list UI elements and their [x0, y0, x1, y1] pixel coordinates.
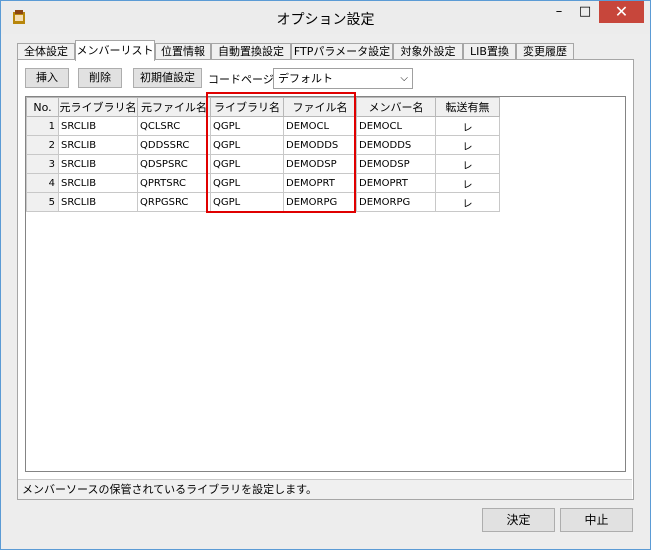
- cell-src-library[interactable]: SRCLIB: [58, 154, 138, 174]
- table-row[interactable]: 2 SRCLIB QDDSSRC QGPL DEMODDS DEMODDS レ: [26, 135, 500, 155]
- cell-member[interactable]: DEMORPG: [356, 192, 436, 212]
- codepage-label: コードページ: [208, 73, 274, 86]
- codepage-select[interactable]: デフォルト ⌵: [273, 68, 413, 89]
- col-header-file[interactable]: ファイル名: [283, 97, 357, 117]
- cell-member[interactable]: DEMODDS: [356, 135, 436, 155]
- cell-file[interactable]: DEMODSP: [283, 154, 357, 174]
- cell-transfer-check[interactable]: レ: [435, 173, 500, 193]
- header-row: No. 元ライブラリ名 元ファイル名 ライブラリ名 ファイル名 メンバー名 転送…: [26, 97, 500, 117]
- chevron-down-icon: ⌵: [400, 73, 408, 84]
- delete-button[interactable]: 削除: [78, 68, 122, 88]
- status-bar: メンバーソースの保管されているライブラリを設定します。: [18, 479, 632, 499]
- cell-transfer-check[interactable]: レ: [435, 116, 500, 136]
- cell-src-library[interactable]: SRCLIB: [58, 135, 138, 155]
- cell-library[interactable]: QGPL: [210, 116, 284, 136]
- cell-member[interactable]: DEMOPRT: [356, 173, 436, 193]
- col-header-no[interactable]: No.: [26, 97, 59, 117]
- insert-button[interactable]: 挿入: [25, 68, 69, 88]
- cell-transfer-check[interactable]: レ: [435, 154, 500, 174]
- tab-lib-replace[interactable]: LIB置換: [463, 43, 516, 59]
- tab-position-info[interactable]: 位置情報: [155, 43, 211, 59]
- cell-src-file[interactable]: QCLSRC: [137, 116, 211, 136]
- cell-src-library[interactable]: SRCLIB: [58, 192, 138, 212]
- cell-src-library[interactable]: SRCLIB: [58, 116, 138, 136]
- tab-change-history[interactable]: 変更履歴: [516, 43, 574, 59]
- cell-library[interactable]: QGPL: [210, 154, 284, 174]
- maximize-button[interactable]: □: [572, 1, 598, 23]
- cell-library[interactable]: QGPL: [210, 173, 284, 193]
- tab-member-list[interactable]: メンバーリスト: [75, 40, 155, 61]
- cell-file[interactable]: DEMORPG: [283, 192, 357, 212]
- col-header-src-library[interactable]: 元ライブラリ名: [58, 97, 138, 117]
- cell-src-file[interactable]: QDDSSRC: [137, 135, 211, 155]
- row-number[interactable]: 3: [26, 154, 59, 174]
- member-grid: No. 元ライブラリ名 元ファイル名 ライブラリ名 ファイル名 メンバー名 転送…: [25, 96, 626, 472]
- row-number[interactable]: 5: [26, 192, 59, 212]
- col-header-library[interactable]: ライブラリ名: [210, 97, 284, 117]
- cell-src-file[interactable]: QRPGSRC: [137, 192, 211, 212]
- cell-library[interactable]: QGPL: [210, 135, 284, 155]
- close-button[interactable]: ✕: [599, 1, 644, 23]
- col-header-transfer[interactable]: 転送有無: [435, 97, 500, 117]
- col-header-src-file[interactable]: 元ファイル名: [137, 97, 211, 117]
- table-row[interactable]: 1 SRCLIB QCLSRC QGPL DEMOCL DEMOCL レ: [26, 116, 500, 136]
- row-number[interactable]: 4: [26, 173, 59, 193]
- cell-src-library[interactable]: SRCLIB: [58, 173, 138, 193]
- table-row[interactable]: 4 SRCLIB QPRTSRC QGPL DEMOPRT DEMOPRT レ: [26, 173, 500, 193]
- table-row[interactable]: 3 SRCLIB QDSPSRC QGPL DEMODSP DEMODSP レ: [26, 154, 500, 174]
- cell-file[interactable]: DEMODDS: [283, 135, 357, 155]
- table-row[interactable]: 5 SRCLIB QRPGSRC QGPL DEMORPG DEMORPG レ: [26, 192, 500, 212]
- cell-src-file[interactable]: QDSPSRC: [137, 154, 211, 174]
- member-table: No. 元ライブラリ名 元ファイル名 ライブラリ名 ファイル名 メンバー名 転送…: [26, 97, 500, 212]
- cell-transfer-check[interactable]: レ: [435, 135, 500, 155]
- cell-file[interactable]: DEMOPRT: [283, 173, 357, 193]
- cell-library[interactable]: QGPL: [210, 192, 284, 212]
- tab-exclusions[interactable]: 対象外設定: [393, 43, 463, 59]
- tab-general[interactable]: 全体設定: [17, 43, 75, 59]
- row-number[interactable]: 1: [26, 116, 59, 136]
- ok-button[interactable]: 決定: [482, 508, 555, 532]
- row-number[interactable]: 2: [26, 135, 59, 155]
- cell-file[interactable]: DEMOCL: [283, 116, 357, 136]
- cell-transfer-check[interactable]: レ: [435, 192, 500, 212]
- cell-member[interactable]: DEMOCL: [356, 116, 436, 136]
- title-bar: オプション設定 – □ ✕: [1, 1, 650, 34]
- init-values-button[interactable]: 初期値設定: [133, 68, 202, 88]
- tab-auto-replace[interactable]: 自動置換設定: [211, 43, 291, 59]
- codepage-value: デフォルト: [278, 72, 333, 85]
- cancel-button[interactable]: 中止: [560, 508, 633, 532]
- minimize-button[interactable]: –: [546, 1, 572, 23]
- tab-ftp-params[interactable]: FTPパラメータ設定: [291, 43, 393, 59]
- cell-member[interactable]: DEMODSP: [356, 154, 436, 174]
- col-header-member[interactable]: メンバー名: [356, 97, 436, 117]
- cell-src-file[interactable]: QPRTSRC: [137, 173, 211, 193]
